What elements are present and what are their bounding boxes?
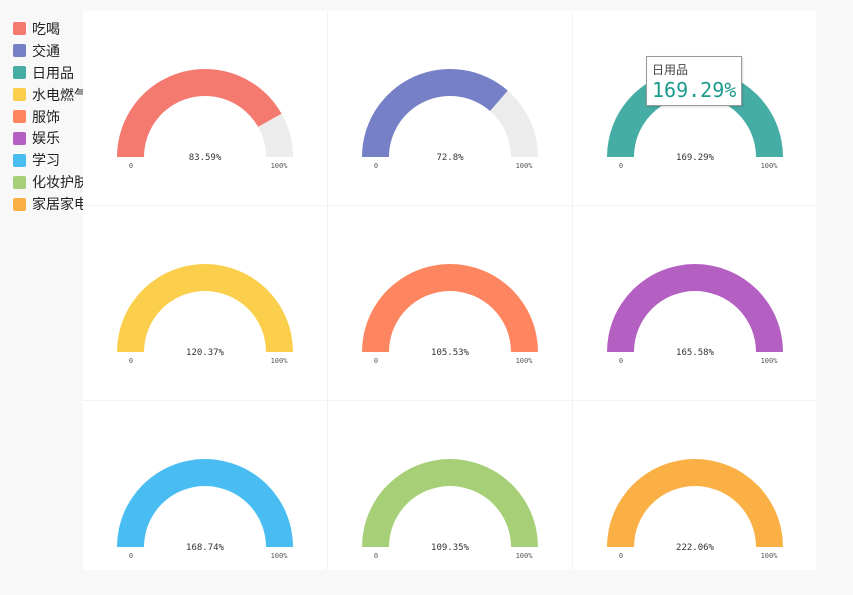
gauge-min-label: 0: [619, 162, 623, 170]
gauge-arc: [117, 68, 282, 157]
gauge-arc: [117, 459, 293, 547]
gauge-chart: 168.74% 0 100%: [117, 459, 293, 560]
gauge-chart: 105.53% 0 100%: [362, 264, 538, 365]
gauge-value-label: 165.58%: [676, 348, 715, 358]
grid-divider: [83, 400, 816, 401]
legend-swatch: [13, 131, 26, 145]
gauge-min-label: 0: [619, 357, 623, 365]
legend-label: 吃喝: [32, 21, 60, 38]
gauge-max-label: 100%: [761, 357, 779, 365]
gauge-chart: 165.58% 0 100%: [607, 264, 783, 365]
legend-item[interactable]: 学习: [13, 149, 88, 171]
legend-swatch: [13, 153, 26, 167]
gauge-arc: [117, 264, 293, 352]
legend-label: 服饰: [32, 109, 60, 126]
gauge-cell: 169.29% 0 100%: [573, 11, 817, 205]
gauge-chart: 72.8% 0 100%: [362, 68, 538, 170]
gauge-min-label: 0: [129, 162, 133, 170]
gauge-chart: 222.06% 0 100%: [607, 459, 783, 560]
legend-item[interactable]: 化妆护肤: [13, 171, 88, 193]
legend-swatch: [13, 110, 26, 123]
legend-label: 化妆护肤: [32, 175, 88, 192]
gauge-arc: [362, 459, 538, 547]
gauge-arc: [362, 68, 508, 157]
gauge-cell: 83.59% 0 100%: [83, 11, 327, 205]
gauge-max-label: 100%: [761, 162, 779, 170]
legend-swatch: [13, 22, 26, 36]
tooltip-value: 169.29%: [652, 78, 737, 102]
gauge-value-label: 169.29%: [676, 153, 715, 163]
gauge-value-label: 120.37%: [186, 348, 225, 358]
legend-item[interactable]: 娱乐: [13, 127, 88, 149]
gauge-cell: 120.37% 0 100%: [83, 206, 327, 400]
legend-swatch: [13, 175, 26, 189]
gauge-max-label: 100%: [761, 552, 779, 560]
legend-item[interactable]: 水电燃气: [13, 84, 88, 106]
legend-swatch: [13, 88, 26, 102]
legend-item[interactable]: 吃喝: [13, 18, 88, 40]
legend-swatch: [13, 66, 26, 80]
legend-label: 交通: [32, 43, 60, 60]
gauge-arc: [607, 459, 783, 547]
gauge-max-label: 100%: [516, 552, 534, 560]
legend-item[interactable]: 服饰: [13, 106, 88, 128]
gauge-chart: 83.59% 0 100%: [117, 68, 293, 170]
legend-label: 水电燃气: [32, 87, 88, 104]
legend-item[interactable]: 交通: [13, 40, 88, 62]
legend-item[interactable]: 家居家电: [13, 193, 88, 215]
gauge-cell: 105.53% 0 100%: [328, 206, 572, 400]
gauge-chart: 169.29% 0 100%: [607, 69, 783, 170]
grid-divider: [83, 205, 816, 206]
gauge-chart: 109.35% 0 100%: [362, 459, 538, 560]
gauge-max-label: 100%: [271, 162, 289, 170]
grid-divider: [572, 11, 573, 570]
gauge-cell: 168.74% 0 100%: [83, 401, 327, 595]
gauge-value-label: 105.53%: [431, 348, 470, 358]
legend-item[interactable]: 日用品: [13, 62, 88, 84]
gauge-cell: 165.58% 0 100%: [573, 206, 817, 400]
legend-swatch: [13, 44, 26, 58]
gauge-min-label: 0: [129, 357, 133, 365]
legend-label: 日用品: [32, 65, 74, 82]
gauge-min-label: 0: [374, 162, 378, 170]
tooltip: 日用品 169.29%: [646, 56, 743, 106]
gauge-value-label: 72.8%: [436, 153, 464, 163]
tooltip-title: 日用品: [652, 63, 689, 77]
gauge-max-label: 100%: [516, 357, 534, 365]
gauge-min-label: 0: [374, 552, 378, 560]
gauge-value-label: 222.06%: [676, 543, 715, 553]
gauge-arc: [607, 264, 783, 352]
gauge-max-label: 100%: [516, 162, 534, 170]
gauge-cell: 222.06% 0 100%: [573, 401, 817, 595]
legend-label: 学习: [32, 153, 60, 170]
gauge-min-label: 0: [619, 552, 623, 560]
legend: 吃喝交通日用品水电燃气服饰娱乐学习化妆护肤家居家电: [13, 18, 88, 215]
legend-label: 家居家电: [32, 197, 88, 214]
gauge-chart: 120.37% 0 100%: [117, 264, 293, 365]
gauge-cell: 72.8% 0 100%: [328, 11, 572, 205]
gauge-min-label: 0: [374, 357, 378, 365]
gauge-max-label: 100%: [271, 357, 289, 365]
gauge-max-label: 100%: [271, 552, 289, 560]
gauge-value-label: 83.59%: [189, 153, 222, 163]
gauge-value-label: 168.74%: [186, 543, 225, 553]
gauge-min-label: 0: [129, 552, 133, 560]
gauge-cell: 109.35% 0 100%: [328, 401, 572, 595]
gauge-value-label: 109.35%: [431, 543, 470, 553]
grid-divider: [327, 11, 328, 570]
legend-label: 娱乐: [32, 131, 60, 148]
legend-swatch: [13, 197, 26, 211]
gauge-arc: [362, 264, 538, 352]
